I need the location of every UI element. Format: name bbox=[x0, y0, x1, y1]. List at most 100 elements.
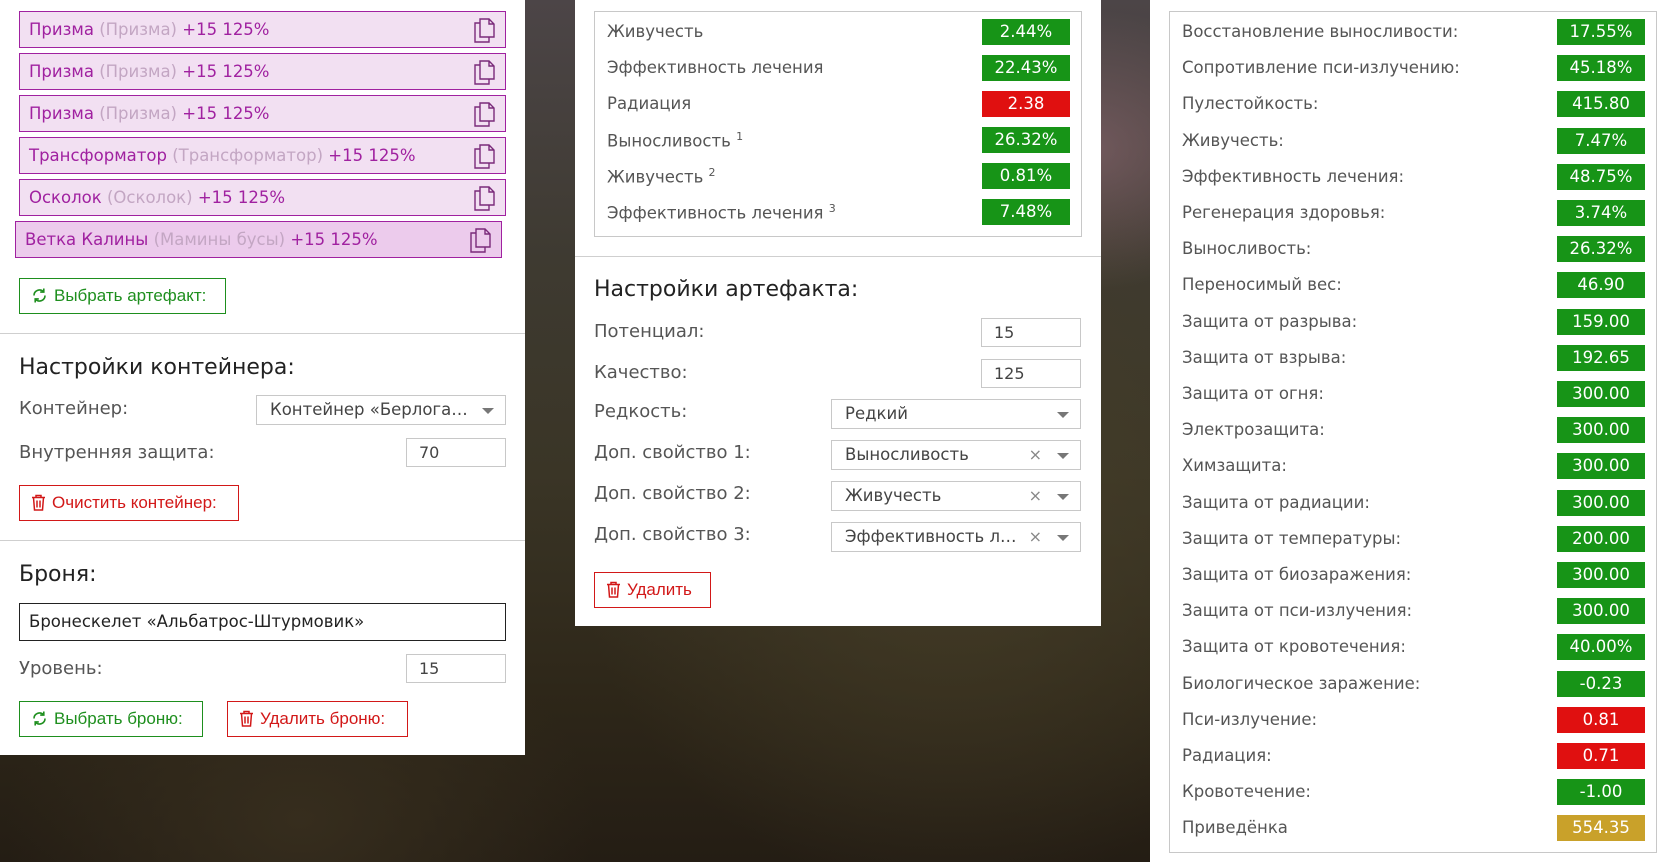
level-label: Уровень: bbox=[19, 658, 103, 679]
level-input[interactable]: 15 bbox=[406, 654, 506, 683]
stat-value: 26.32% bbox=[1557, 236, 1645, 263]
stat-value: 22.43% bbox=[982, 55, 1070, 81]
stat-row: Живучесть 2.44% bbox=[595, 14, 1081, 50]
stat-name: Выносливость 1 bbox=[607, 130, 744, 151]
right-panel: Восстановление выносливости: 17.55% Сопрот… bbox=[1150, 0, 1675, 862]
copy-icon[interactable] bbox=[473, 144, 495, 169]
stat-row: Электрозащита: 300.00 bbox=[1170, 412, 1656, 448]
artifact-row[interactable]: Трансформатор (Трансформатор) +15 125% bbox=[19, 137, 506, 174]
artifact-bonus: +15 125% bbox=[182, 62, 270, 81]
delete-artifact-label: Удалить bbox=[627, 580, 692, 599]
clear-container-label: Очистить контейнер: bbox=[52, 493, 217, 512]
stat-name: Переносимый вес: bbox=[1182, 275, 1342, 295]
stat-row: Пси-излучение: 0.81 bbox=[1170, 702, 1656, 738]
copy-icon[interactable] bbox=[473, 186, 495, 211]
container-select-value: Контейнер «Берлога… bbox=[270, 400, 468, 419]
stat-row: Сопротивление пси-излучению: 45.18% bbox=[1170, 50, 1656, 86]
artifact-row[interactable]: Призма (Призма) +15 125% bbox=[19, 95, 506, 132]
stat-name: Выносливость: bbox=[1182, 239, 1312, 259]
refresh-icon bbox=[33, 288, 46, 303]
stat-value: 300.00 bbox=[1557, 489, 1645, 516]
stat-row: Регенерация здоровья: 3.74% bbox=[1170, 195, 1656, 231]
prop3-label: Доп. свойство 3: bbox=[594, 524, 751, 545]
container-settings-title: Настройки контейнера: bbox=[19, 355, 295, 380]
stat-name: Химзащита: bbox=[1182, 456, 1287, 476]
stat-name: Кровотечение: bbox=[1182, 782, 1311, 802]
copy-icon[interactable] bbox=[469, 228, 491, 253]
armor-name-field[interactable]: Бронескелет «Альбатрос-Штурмовик» bbox=[19, 603, 506, 641]
copy-icon[interactable] bbox=[473, 102, 495, 127]
stat-name: Живучесть bbox=[607, 22, 704, 41]
inner-protection-label: Внутренняя защита: bbox=[19, 442, 215, 463]
stat-value: 45.18% bbox=[1557, 55, 1645, 82]
stat-value: 26.32% bbox=[982, 127, 1070, 153]
stat-name: Регенерация здоровья: bbox=[1182, 203, 1386, 222]
artifact-row[interactable]: Призма (Призма) +15 125% bbox=[19, 53, 506, 90]
stat-value: 415.80 bbox=[1557, 91, 1645, 118]
stat-value: 200.00 bbox=[1557, 525, 1645, 552]
stat-row: Эффективность лечения 22.43% bbox=[595, 50, 1081, 86]
quality-input[interactable]: 125 bbox=[981, 359, 1081, 388]
rarity-select[interactable]: Редкий bbox=[831, 399, 1081, 429]
select-armor-button[interactable]: Выбрать броню: bbox=[19, 701, 203, 737]
trash-icon bbox=[32, 494, 45, 511]
artifact-row[interactable]: Ветка Калины (Мамины бусы) +15 125% bbox=[15, 221, 502, 258]
stat-row: Защита от биозаражения: 300.00 bbox=[1170, 557, 1656, 593]
clear-container-button[interactable]: Очистить контейнер: bbox=[19, 485, 239, 521]
artifact-bonus: +15 125% bbox=[290, 230, 378, 249]
container-select[interactable]: Контейнер «Берлога… bbox=[256, 395, 506, 425]
artifact-name: Призма bbox=[29, 20, 94, 39]
artifact-row[interactable]: Осколок (Осколок) +15 125% bbox=[19, 179, 506, 216]
copy-icon[interactable] bbox=[473, 18, 495, 43]
delete-artifact-button[interactable]: Удалить bbox=[594, 572, 711, 608]
artifact-bonus: +15 125% bbox=[328, 146, 416, 165]
copy-icon[interactable] bbox=[473, 60, 495, 85]
stat-name: Радиация bbox=[607, 94, 692, 113]
stat-row: Эффективность лечения 3 7.48% bbox=[595, 194, 1081, 230]
stat-value: 554.35 bbox=[1557, 815, 1645, 842]
stat-footnote: 1 bbox=[736, 130, 744, 143]
prop2-label: Доп. свойство 2: bbox=[594, 483, 751, 504]
stat-value: 159.00 bbox=[1557, 308, 1645, 335]
divider bbox=[575, 256, 1101, 257]
stat-value: 46.90 bbox=[1557, 272, 1645, 299]
left-panel: Призма (Призма) +15 125% Призма (Призма)… bbox=[0, 0, 525, 755]
stat-value: 48.75% bbox=[1557, 163, 1645, 190]
artifact-original-name: (Осколок) bbox=[106, 188, 193, 207]
stat-value: 7.48% bbox=[982, 199, 1070, 225]
delete-armor-button[interactable]: Удалить броню: bbox=[227, 701, 408, 737]
artifact-original-name: (Мамины бусы) bbox=[153, 230, 286, 249]
total-stats-table: Восстановление выносливости: 17.55% Сопрот… bbox=[1169, 11, 1657, 853]
stat-value: 0.81 bbox=[1557, 706, 1645, 733]
stat-row: Защита от пси-излучения: 300.00 bbox=[1170, 593, 1656, 629]
prop1-select[interactable]: Выносливость × bbox=[831, 440, 1081, 470]
select-artifact-button[interactable]: Выбрать артефакт: bbox=[19, 278, 226, 314]
stat-value: 0.71 bbox=[1557, 743, 1645, 769]
potential-input[interactable]: 15 bbox=[981, 318, 1081, 347]
quality-label: Качество: bbox=[594, 362, 688, 383]
stat-name: Сопротивление пси-излучению: bbox=[1182, 58, 1460, 78]
stat-name: Защита от кровотечения: bbox=[1182, 637, 1406, 657]
stat-value: -0.23 bbox=[1557, 670, 1645, 697]
artifact-row[interactable]: Призма (Призма) +15 125% bbox=[19, 11, 506, 48]
stat-name: Электрозащита: bbox=[1182, 420, 1325, 440]
stat-name: Эффективность лечения bbox=[607, 58, 824, 77]
stat-value: 40.00% bbox=[1557, 634, 1645, 661]
stat-name: Биологическое заражение: bbox=[1182, 673, 1421, 693]
artifact-stats-table: Живучесть 2.44% Эффективность лечения 22… bbox=[594, 11, 1082, 237]
select-armor-label: Выбрать броню: bbox=[54, 709, 183, 728]
stat-name: Защита от радиации: bbox=[1182, 492, 1370, 512]
stat-row: Радиация 2.38 bbox=[595, 86, 1081, 122]
artifact-original-name: (Трансформатор) bbox=[172, 146, 324, 165]
clear-icon[interactable]: × bbox=[1029, 441, 1042, 469]
stat-value: 7.47% bbox=[1557, 127, 1645, 154]
prop3-select[interactable]: Эффективность ле… × bbox=[831, 522, 1081, 552]
inner-protection-input[interactable]: 70 bbox=[406, 438, 506, 467]
clear-icon[interactable]: × bbox=[1029, 523, 1042, 551]
artifact-bonus: +15 125% bbox=[197, 188, 286, 207]
clear-icon[interactable]: × bbox=[1029, 482, 1042, 510]
artifact-original-name: (Призма) bbox=[99, 20, 177, 39]
prop2-select[interactable]: Живучесть × bbox=[831, 481, 1081, 511]
stat-value: 300.00 bbox=[1557, 598, 1645, 625]
stat-footnote: 3 bbox=[828, 202, 836, 215]
